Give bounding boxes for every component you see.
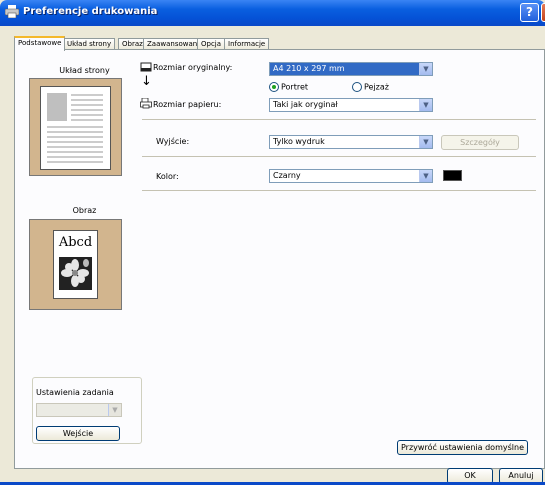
color-swatch <box>443 170 462 181</box>
radio-empty-icon <box>352 82 362 92</box>
paper-size-select[interactable]: Taki jak oryginał ▼ <box>269 98 433 112</box>
chevron-down-icon: ▼ <box>419 170 432 182</box>
separator <box>142 190 536 191</box>
image-thumbnail: Abcd <box>53 230 98 299</box>
layout-preview-title: Układ strony <box>59 66 110 75</box>
color-label: Kolor: <box>156 172 179 181</box>
output-select[interactable]: Tylko wydruk ▼ <box>269 135 433 149</box>
printer-icon <box>5 5 19 18</box>
tab-panel: Układ strony Obraz Abcd Ustawienia zadan… <box>14 49 545 469</box>
tab-podstawowe[interactable]: Podstawowe <box>14 36 66 51</box>
down-arrow-icon: ↓ <box>141 74 152 89</box>
paper-printer-icon <box>140 98 152 109</box>
layout-preview <box>29 78 122 176</box>
flower-photo-icon <box>59 257 92 290</box>
separator <box>142 119 536 120</box>
help-button[interactable]: ? <box>520 3 539 22</box>
title-bar: Preferencje drukowania ? X <box>0 0 545 26</box>
original-document-icon <box>140 62 152 72</box>
separator <box>142 156 536 157</box>
chevron-down-icon: ▼ <box>419 99 432 111</box>
original-size-label: Rozmiar oryginalny: <box>153 63 233 72</box>
chevron-down-icon: ▼ <box>419 63 432 75</box>
paper-size-label: Rozmiar papieru: <box>153 100 222 109</box>
sample-text: Abcd <box>58 235 93 250</box>
job-settings-group: Ustawienia zadania ▼ Wejście <box>32 377 142 444</box>
color-select[interactable]: Czarny ▼ <box>269 169 433 183</box>
close-button[interactable]: X <box>541 3 545 22</box>
image-preview: Abcd <box>29 219 122 310</box>
page-text-lines <box>47 93 103 163</box>
job-settings-select[interactable]: ▼ <box>36 403 122 417</box>
chevron-down-icon: ▼ <box>108 404 121 416</box>
enter-button[interactable]: Wejście <box>36 426 120 441</box>
details-button[interactable]: Szczegóły <box>441 135 519 150</box>
page-thumbnail <box>40 86 111 170</box>
window-title: Preferencje drukowania <box>23 6 158 17</box>
portrait-radio[interactable]: Portret <box>269 82 308 92</box>
landscape-radio[interactable]: Pejzaż <box>352 82 389 92</box>
output-label: Wyjście: <box>156 137 190 146</box>
chevron-down-icon: ▼ <box>419 136 432 148</box>
original-size-select[interactable]: A4 210 x 297 mm ▼ <box>269 62 433 76</box>
restore-defaults-button[interactable]: Przywróć ustawienia domyślne <box>397 440 528 455</box>
radio-selected-icon <box>269 82 279 92</box>
job-settings-label: Ustawienia zadania <box>36 388 114 397</box>
image-preview-title: Obraz <box>72 206 97 215</box>
